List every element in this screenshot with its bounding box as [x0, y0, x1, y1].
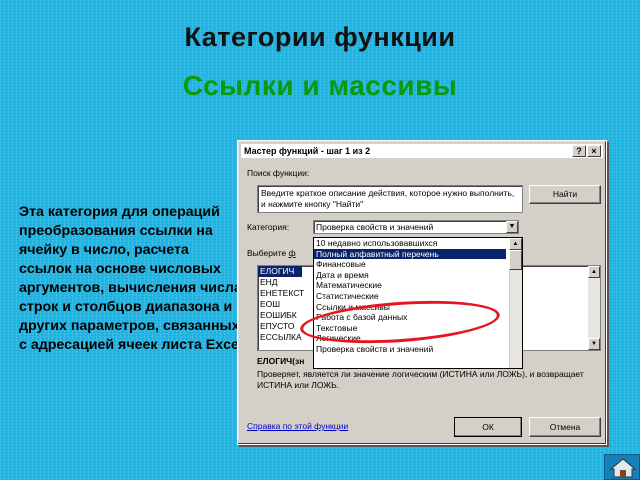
function-list-item[interactable]: ЕЛОГИЧ — [258, 266, 302, 277]
function-description: Проверяет, является ли значение логическ… — [257, 369, 584, 390]
house-icon — [609, 458, 637, 478]
function-signature: ЕЛОГИЧ(зн — [257, 356, 305, 366]
dialog-title: Мастер функций - шаг 1 из 2 — [244, 146, 371, 156]
slide-subtitle: Ссылки и массивы — [182, 70, 458, 101]
home-nav-button[interactable] — [604, 454, 640, 480]
dropdown-scroll-up-icon[interactable]: ▲ — [509, 238, 522, 250]
search-label: Поиск функции: — [247, 168, 310, 178]
choose-function-label: Выберите ф — [247, 248, 296, 258]
slide-description: Эта категория для операций преобразовани… — [19, 204, 243, 353]
dropdown-item[interactable]: 10 недавно использовавшихся — [314, 238, 506, 249]
cancel-button[interactable]: Отмена — [529, 417, 601, 437]
dropdown-item[interactable]: Дата и время — [314, 270, 506, 281]
scroll-up-icon[interactable]: ▲ — [588, 266, 600, 278]
ok-button[interactable]: ОК — [454, 417, 522, 437]
category-value: Проверка свойств и значений — [316, 222, 434, 232]
dropdown-scroll-thumb[interactable] — [509, 250, 522, 270]
slide-title: Категории функции — [184, 22, 456, 52]
dropdown-item[interactable]: Проверка свойств и значений — [314, 344, 506, 355]
dropdown-item[interactable]: Математические — [314, 280, 506, 291]
function-wizard-dialog: Мастер функций - шаг 1 из 2 ? × Поиск фу… — [237, 140, 607, 445]
close-button[interactable]: × — [587, 145, 601, 157]
help-button[interactable]: ? — [572, 145, 586, 157]
dropdown-item[interactable]: Финансовые — [314, 259, 506, 270]
dropdown-item[interactable]: Полный алфавитный перечень — [314, 248, 506, 260]
category-select[interactable]: Проверка свойств и значений ▼ — [313, 220, 519, 234]
function-list-scrollbar[interactable]: ▲ ▼ — [588, 266, 600, 350]
choose-label-text: Выберите — [247, 248, 289, 258]
choose-label-underlined: ф — [288, 248, 296, 258]
chevron-down-icon[interactable]: ▼ — [506, 221, 518, 233]
search-input[interactable]: Введите краткое описание действия, котор… — [257, 185, 523, 213]
dropdown-scrollbar[interactable]: ▲ — [509, 238, 522, 368]
dropdown-item[interactable]: Статистические — [314, 291, 506, 302]
dialog-titlebar: Мастер функций - шаг 1 из 2 ? × — [241, 144, 603, 158]
category-label: Категория: — [247, 222, 290, 232]
function-help-link[interactable]: Справка по этой функции — [247, 421, 348, 431]
find-button[interactable]: Найти — [529, 185, 601, 204]
scroll-down-icon[interactable]: ▼ — [588, 338, 600, 350]
